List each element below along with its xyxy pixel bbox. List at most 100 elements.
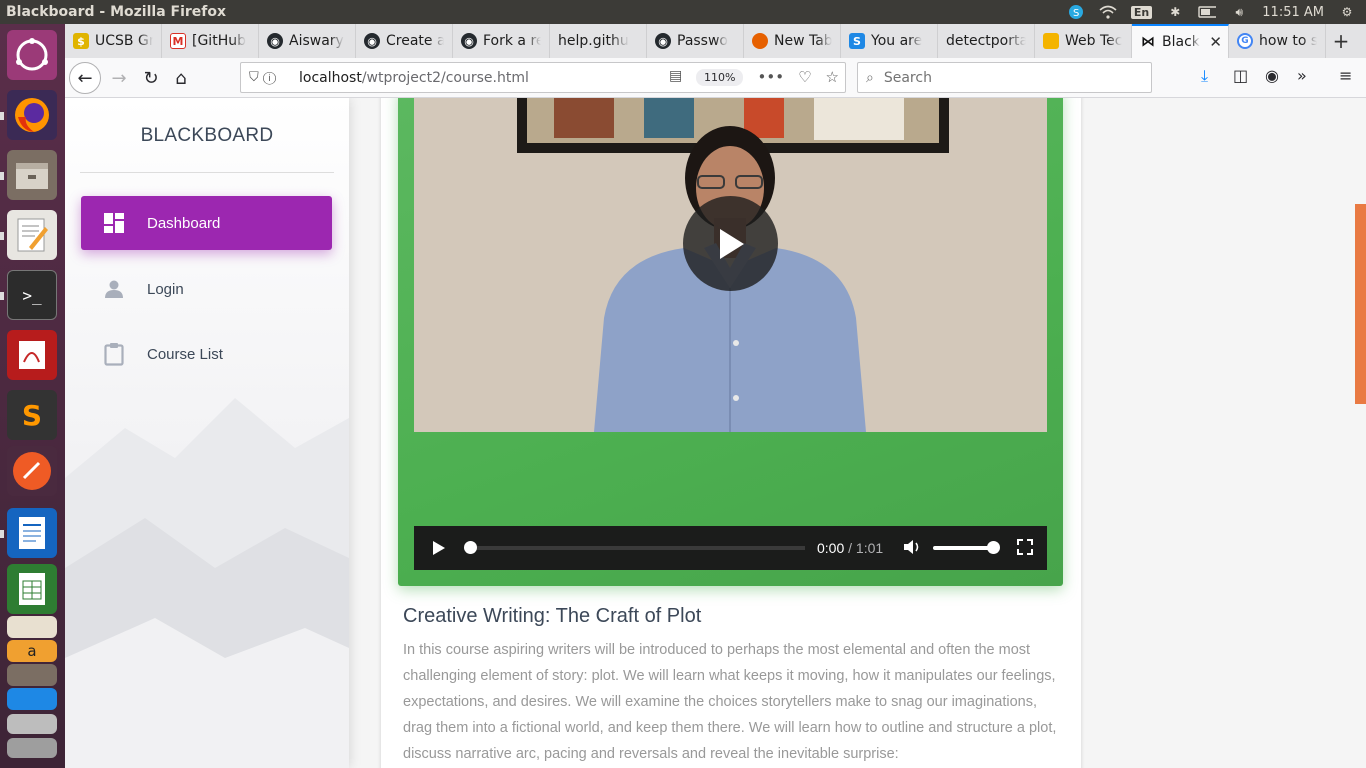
play-button[interactable] [414, 540, 464, 556]
launcher-running-indicator [0, 292, 4, 300]
course-title: Creative Writing: The Craft of Plot [403, 605, 702, 627]
google-icon: G [1237, 33, 1253, 49]
brand-logo-text[interactable]: BLACKBOARD [80, 123, 334, 173]
volume-thumb[interactable] [987, 541, 1001, 554]
bow-icon: ⋈ [1141, 34, 1155, 50]
volume-slider[interactable] [933, 541, 1001, 554]
system-tray: S En ✱ 🔊︎ 11:51 AM ⚙ [1067, 5, 1366, 20]
amazon-launcher-icon[interactable]: a [7, 640, 57, 662]
launcher-running-indicator [0, 112, 4, 120]
video-player[interactable] [414, 98, 1047, 432]
browser-tab[interactable]: New Tab [744, 24, 841, 58]
current-time: 0:00 [817, 540, 845, 556]
sidebar-item-label: Login [147, 280, 184, 298]
fullscreen-button[interactable] [1017, 538, 1034, 558]
battery-icon[interactable] [1198, 5, 1217, 19]
sidebar-item-login[interactable]: Login [81, 262, 332, 316]
page-scrollbar-thumb[interactable] [1355, 204, 1366, 404]
reader-view-icon[interactable]: ▤ [669, 68, 682, 84]
sidebar-item-dashboard[interactable]: Dashboard [81, 196, 332, 250]
browser-tab[interactable]: S You are [841, 24, 938, 58]
browser-tab[interactable]: Ghow to s [1229, 24, 1326, 58]
sidebar-toggle-icon[interactable]: ◫ [1233, 66, 1248, 85]
wifi-icon[interactable] [1099, 5, 1117, 19]
browser-tab[interactable]: detectporta [938, 24, 1035, 58]
ubuntu-dash-icon[interactable] [7, 30, 57, 80]
github-icon: ◉ [267, 33, 283, 49]
search-placeholder: Search [883, 69, 932, 86]
course-description: In this course aspiring writers will be … [403, 642, 1057, 762]
page-viewport: BLACKBOARD Dashboard Login Course List 0… [65, 98, 1366, 768]
browser-tab[interactable]: ◉ Passwo [647, 24, 744, 58]
video-container: 0:00 / 1:01 [398, 98, 1063, 586]
new-tab-button[interactable]: + [1326, 24, 1356, 58]
back-button[interactable]: ← [69, 62, 101, 94]
sidebar-item-course-list[interactable]: Course List [81, 327, 332, 381]
pdf-viewer-launcher-icon[interactable] [7, 330, 57, 380]
launcher-running-indicator [0, 172, 4, 180]
browser-tab[interactable]: ◉ Aiswary [259, 24, 356, 58]
impress-launcher-icon[interactable] [7, 616, 57, 638]
close-tab-icon[interactable]: ✕ [1209, 33, 1222, 51]
github-icon: ◉ [655, 33, 671, 49]
search-icon: ⌕ [866, 69, 874, 86]
zoom-level-badge[interactable]: 110% [696, 69, 744, 86]
pocket-icon[interactable]: ♡ [798, 68, 811, 86]
browser-tab-active[interactable]: ⋈ Black ✕ [1132, 24, 1229, 58]
bookmark-star-icon[interactable]: ☆ [826, 68, 839, 86]
ucsb-icon: $ [73, 33, 89, 49]
mute-button[interactable] [903, 539, 921, 558]
sublime-text-launcher-icon[interactable]: S [7, 390, 57, 440]
video-progress-slider[interactable] [464, 541, 805, 554]
hamburger-menu-icon[interactable]: ≡ [1339, 66, 1352, 85]
browser-tab[interactable]: M [GitHub [162, 24, 259, 58]
bluetooth-icon[interactable]: ✱ [1166, 5, 1184, 19]
fullscreen-icon [1017, 538, 1034, 555]
sidebar: BLACKBOARD Dashboard Login Course List [65, 98, 349, 768]
keyboard-language-indicator[interactable]: En [1130, 5, 1153, 19]
github-icon: ◉ [461, 33, 477, 49]
files-launcher-icon[interactable] [7, 150, 57, 200]
person-icon [81, 279, 147, 299]
browser-tab[interactable]: $ UCSB Gr [65, 24, 162, 58]
text-editor-launcher-icon[interactable] [7, 210, 57, 260]
svg-text:S: S [1073, 8, 1079, 19]
account-icon[interactable]: ◉ [1265, 66, 1279, 85]
browser-tab[interactable]: ◉ Fork a re [453, 24, 550, 58]
overflow-chevron-icon[interactable]: » [1297, 66, 1307, 85]
browser-tab-bar: $ UCSB Gr M [GitHub ◉ Aiswary ◉ Create a ◉ Fo… [65, 24, 1366, 58]
writer-launcher-icon[interactable] [7, 508, 57, 558]
downloads-icon[interactable]: ⤓ [1201, 66, 1208, 86]
terminal-launcher-icon[interactable]: >_ [7, 270, 57, 320]
clock[interactable]: 11:51 AM [1262, 5, 1324, 20]
reload-button[interactable]: ↻ [135, 62, 167, 94]
browser-tab[interactable]: ◉ Create a [356, 24, 453, 58]
trash-launcher-icon[interactable] [7, 738, 57, 758]
launcher-running-indicator [0, 232, 4, 240]
browser-tab[interactable]: help.githu [550, 24, 647, 58]
system-monitor-launcher-icon[interactable] [7, 664, 57, 686]
software-launcher-icon[interactable] [7, 688, 57, 710]
workspace-switcher-icon[interactable] [7, 714, 57, 734]
volume-icon[interactable]: 🔊︎ [1230, 5, 1248, 19]
unity-launcher: >_ S a [0, 24, 65, 768]
big-play-button[interactable] [683, 196, 778, 291]
launcher-running-indicator [0, 530, 4, 538]
browser-tab[interactable]: Web Tec [1035, 24, 1132, 58]
calc-launcher-icon[interactable] [7, 564, 57, 614]
github-icon: ◉ [364, 33, 380, 49]
sidebar-item-label: Course List [147, 345, 223, 363]
progress-thumb[interactable] [464, 541, 477, 554]
page-actions-icon[interactable]: ••• [758, 68, 785, 86]
volume-icon [904, 539, 919, 554]
forward-button[interactable]: → [103, 62, 135, 94]
firefox-launcher-icon[interactable] [7, 90, 57, 140]
power-gear-icon[interactable]: ⚙ [1338, 5, 1356, 19]
url-bar[interactable]: ⛉ ⓘ localhost/wtproject2/course.html ▤ 1… [240, 62, 846, 93]
skype-icon[interactable]: S [1067, 5, 1085, 19]
search-field[interactable]: ⌕ Search [857, 62, 1152, 93]
dashboard-icon [81, 213, 147, 233]
home-button[interactable]: ⌂ [165, 62, 197, 94]
tracking-protection-icon[interactable]: ⛉ ⓘ [241, 70, 299, 85]
postman-launcher-icon[interactable] [7, 446, 57, 496]
